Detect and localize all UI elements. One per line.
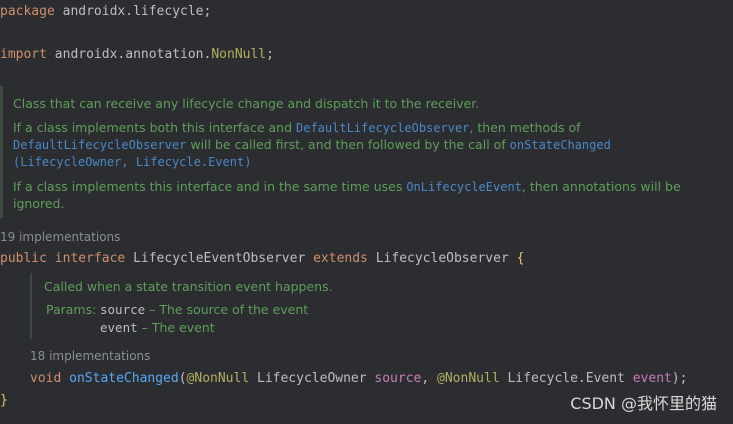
import-path: androidx.annotation. xyxy=(54,47,212,62)
param-type-lifecycle-owner[interactable]: LifecycleOwner xyxy=(257,371,367,386)
param-type-lifecycle-event[interactable]: Lifecycle.Event xyxy=(507,371,624,386)
class-doc-line1: Class that can receive any lifecycle cha… xyxy=(13,96,480,111)
method-name[interactable]: onStateChanged xyxy=(69,371,179,386)
class-doc-p3-line1: If a class implements this interface and… xyxy=(13,178,681,196)
class-doc-p2-line2: DefaultLifecycleObserver will be called … xyxy=(13,136,611,154)
nonnull-annotation-1[interactable]: @NonNull xyxy=(187,371,250,386)
close-paren: ); xyxy=(671,371,688,386)
public-keyword: public xyxy=(0,251,47,266)
class-doc-comment: Class that can receive any lifecycle cha… xyxy=(0,86,733,218)
method-doc-param2: event – The event xyxy=(100,319,215,336)
import-class[interactable]: NonNull xyxy=(211,47,266,62)
package-keyword: package xyxy=(0,4,55,19)
close-brace-line: } xyxy=(0,393,8,409)
method-doc-bar xyxy=(30,273,32,339)
import-keyword: import xyxy=(0,47,47,62)
interface-name[interactable]: LifecycleEventObserver xyxy=(133,251,305,266)
watermark: CSDN @我怀里的猫 xyxy=(570,394,717,413)
package-semicolon: ; xyxy=(203,4,212,19)
param-source-name: source xyxy=(100,302,146,317)
package-declaration: package androidx.lifecycle; xyxy=(0,4,211,20)
param-event: event xyxy=(632,371,672,386)
class-doc-p2-line3: (LifecycleOwner, Lifecycle.Event) xyxy=(13,153,251,171)
import-semicolon: ; xyxy=(266,47,274,62)
method-signature: void onStateChanged(@NonNull LifecycleOw… xyxy=(30,371,688,387)
param-event-name: event xyxy=(100,320,138,335)
import-statement: import androidx.annotation.NonNull; xyxy=(0,47,274,63)
class-doc-text: will be called first, and then followed … xyxy=(186,137,510,152)
interface-declaration: public interface LifecycleEventObserver … xyxy=(0,251,524,267)
method-doc-summary: Called when a state transition event hap… xyxy=(44,279,333,294)
param-event-desc: – The event xyxy=(137,320,215,335)
close-brace: } xyxy=(0,393,8,408)
nonnull-annotation-2[interactable]: @NonNull xyxy=(437,371,500,386)
open-paren: ( xyxy=(178,371,187,386)
method-doc-param1: source – The source of the event xyxy=(100,301,308,318)
doc-link-on-state-changed[interactable]: onStateChanged xyxy=(510,138,611,152)
param-source: source xyxy=(374,371,422,386)
interface-keyword: interface xyxy=(54,251,126,266)
method-implementations-hint[interactable]: 18 implementations xyxy=(30,349,150,363)
class-doc-text: , then annotations will be xyxy=(521,179,681,194)
comma: , xyxy=(421,371,430,386)
extends-keyword: extends xyxy=(313,251,368,266)
param-source-desc: – The source of the event xyxy=(145,302,309,317)
class-doc-text: If a class implements both this interfac… xyxy=(13,120,296,135)
class-doc-text: If a class implements this interface and… xyxy=(13,179,407,194)
interface-implementations-hint[interactable]: 19 implementations xyxy=(0,230,120,244)
class-doc-text: , then methods of xyxy=(469,120,581,135)
parent-interface[interactable]: LifecycleObserver xyxy=(376,251,509,266)
class-doc-p3-line2: ignored. xyxy=(13,196,65,211)
package-name: androidx.lifecycle xyxy=(62,4,204,19)
doc-link-default-lifecycle-observer[interactable]: DefaultLifecycleObserver xyxy=(296,121,469,135)
void-keyword: void xyxy=(30,371,62,386)
doc-link-signature[interactable]: (LifecycleOwner, Lifecycle.Event) xyxy=(13,155,251,169)
class-doc-p2-line1: If a class implements both this interfac… xyxy=(13,119,581,137)
method-doc-params-label: Params: xyxy=(46,302,97,317)
open-brace: { xyxy=(516,251,525,266)
doc-link-on-lifecycle-event[interactable]: OnLifecycleEvent xyxy=(406,180,522,194)
doc-link-default-lifecycle-observer-2[interactable]: DefaultLifecycleObserver xyxy=(13,138,186,152)
